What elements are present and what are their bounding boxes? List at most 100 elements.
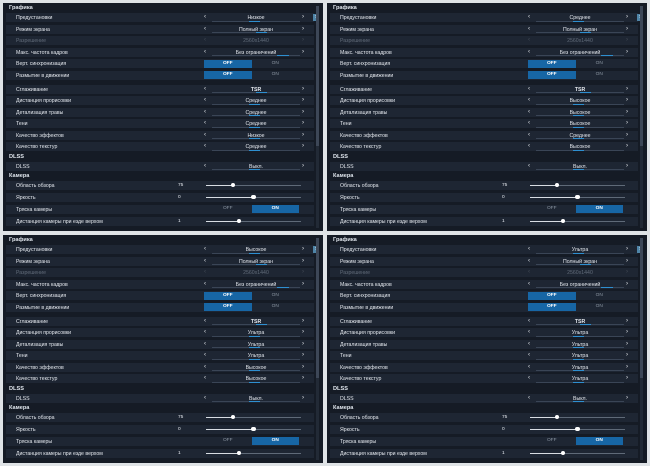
chevron-right-icon[interactable]: › [302, 85, 304, 92]
camera-shake-toggle[interactable]: OFF ON [204, 205, 299, 214]
slider-handle[interactable] [237, 219, 242, 224]
chevron-left-icon[interactable]: ‹ [528, 143, 530, 149]
chevron-left-icon[interactable]: ‹ [204, 257, 206, 264]
slider-handle[interactable] [554, 183, 559, 188]
chevron-left-icon[interactable]: ‹ [528, 394, 530, 401]
chevron-left-icon[interactable]: ‹ [528, 25, 530, 32]
chevron-left-icon[interactable]: ‹ [204, 85, 206, 92]
motion-blur-toggle[interactable]: OFF ON [204, 71, 299, 80]
scrollbar[interactable] [640, 238, 643, 460]
chevron-right-icon[interactable]: › [626, 352, 628, 358]
slider-handle[interactable] [554, 415, 559, 420]
toggle-on-option[interactable]: ON [576, 71, 624, 79]
ride-camera-distance-slider[interactable] [530, 451, 625, 456]
ride-camera-distance-slider[interactable] [206, 219, 301, 224]
fov-slider[interactable] [530, 415, 625, 420]
chevron-right-icon[interactable]: › [626, 329, 628, 335]
scrollbar-thumb[interactable] [316, 6, 319, 146]
toggle-on-option[interactable]: ON [575, 437, 623, 446]
chevron-right-icon[interactable]: › [302, 280, 304, 287]
chevron-left-icon[interactable]: ‹ [528, 85, 530, 92]
chevron-left-icon[interactable]: ‹ [204, 375, 206, 381]
chevron-left-icon[interactable]: ‹ [528, 131, 530, 138]
fov-slider[interactable] [530, 183, 625, 188]
toggle-off-option[interactable]: OFF [204, 205, 252, 213]
chevron-left-icon[interactable]: ‹ [528, 97, 530, 103]
chevron-right-icon[interactable]: › [626, 97, 628, 103]
chevron-right-icon[interactable]: › [626, 246, 628, 252]
toggle-off-option[interactable]: OFF [528, 205, 576, 213]
chevron-left-icon[interactable]: ‹ [528, 257, 530, 264]
chevron-left-icon[interactable]: ‹ [204, 108, 206, 115]
brightness-slider[interactable] [530, 195, 625, 200]
fov-slider[interactable] [206, 183, 301, 188]
scrollbar-thumb[interactable] [640, 238, 643, 378]
chevron-left-icon[interactable]: ‹ [528, 363, 530, 370]
scrollbar-thumb[interactable] [640, 6, 643, 146]
fov-slider[interactable] [206, 415, 301, 420]
chevron-left-icon[interactable]: ‹ [528, 48, 530, 55]
chevron-right-icon[interactable]: › [302, 394, 304, 401]
chevron-left-icon[interactable]: ‹ [204, 280, 206, 287]
toggle-off-option[interactable]: OFF [204, 59, 252, 68]
chevron-right-icon[interactable]: › [302, 352, 304, 358]
chevron-left-icon[interactable]: ‹ [528, 14, 530, 20]
chevron-left-icon[interactable]: ‹ [204, 14, 206, 20]
toggle-off-option[interactable]: OFF [528, 291, 576, 300]
toggle-on-option[interactable]: ON [576, 292, 624, 300]
motion-blur-toggle[interactable]: OFF ON [204, 303, 300, 312]
chevron-right-icon[interactable]: › [302, 363, 304, 370]
chevron-right-icon[interactable]: › [626, 143, 628, 149]
chevron-right-icon[interactable]: › [626, 162, 628, 169]
toggle-on-option[interactable]: ON [576, 60, 624, 68]
chevron-right-icon[interactable]: › [302, 25, 304, 32]
chevron-right-icon[interactable]: › [302, 246, 304, 252]
slider-handle[interactable] [575, 427, 580, 432]
brightness-slider[interactable] [530, 427, 625, 432]
camera-shake-toggle[interactable]: OFF ON [528, 205, 623, 214]
chevron-left-icon[interactable]: ‹ [204, 394, 206, 401]
slider-handle[interactable] [561, 219, 566, 224]
chevron-left-icon[interactable]: ‹ [204, 131, 206, 138]
chevron-right-icon[interactable]: › [302, 143, 304, 149]
toggle-off-option[interactable]: OFF [528, 71, 576, 80]
chevron-right-icon[interactable]: › [302, 131, 304, 138]
slider-handle[interactable] [561, 451, 566, 456]
ride-camera-distance-slider[interactable] [206, 451, 301, 456]
chevron-left-icon[interactable]: ‹ [528, 108, 530, 115]
chevron-left-icon[interactable]: ‹ [204, 352, 206, 358]
chevron-right-icon[interactable]: › [302, 14, 304, 20]
toggle-off-option[interactable]: OFF [204, 303, 252, 312]
toggle-off-option[interactable]: OFF [528, 303, 576, 312]
chevron-right-icon[interactable]: › [626, 131, 628, 138]
toggle-on-option[interactable]: ON [252, 60, 300, 68]
chevron-right-icon[interactable]: › [626, 317, 628, 324]
chevron-right-icon[interactable]: › [626, 85, 628, 92]
chevron-right-icon[interactable]: › [302, 317, 304, 324]
brightness-slider[interactable] [206, 427, 301, 432]
brightness-slider[interactable] [206, 195, 301, 200]
toggle-on-option[interactable]: ON [576, 303, 624, 311]
chevron-left-icon[interactable]: ‹ [204, 329, 206, 335]
toggle-off-option[interactable]: OFF [204, 437, 252, 445]
scrollbar[interactable] [316, 238, 319, 460]
motion-blur-toggle[interactable]: OFF ON [528, 71, 624, 80]
chevron-right-icon[interactable]: › [626, 375, 628, 381]
chevron-right-icon[interactable]: › [302, 108, 304, 115]
slider-handle[interactable] [575, 195, 580, 200]
chevron-left-icon[interactable]: ‹ [528, 352, 530, 358]
ride-camera-distance-slider[interactable] [530, 219, 625, 224]
toggle-on-option[interactable]: ON [252, 303, 300, 311]
chevron-left-icon[interactable]: ‹ [204, 97, 206, 103]
chevron-left-icon[interactable]: ‹ [204, 48, 206, 55]
chevron-right-icon[interactable]: › [302, 375, 304, 381]
scrollbar[interactable] [316, 6, 319, 228]
chevron-left-icon[interactable]: ‹ [204, 317, 206, 324]
vsync-toggle[interactable]: OFF ON [204, 59, 300, 68]
camera-shake-toggle[interactable]: OFF ON [528, 437, 623, 446]
toggle-on-option[interactable]: ON [251, 205, 299, 214]
vsync-toggle[interactable]: OFF ON [528, 291, 624, 300]
chevron-right-icon[interactable]: › [626, 280, 628, 287]
chevron-left-icon[interactable]: ‹ [528, 329, 530, 335]
chevron-right-icon[interactable]: › [302, 257, 304, 264]
